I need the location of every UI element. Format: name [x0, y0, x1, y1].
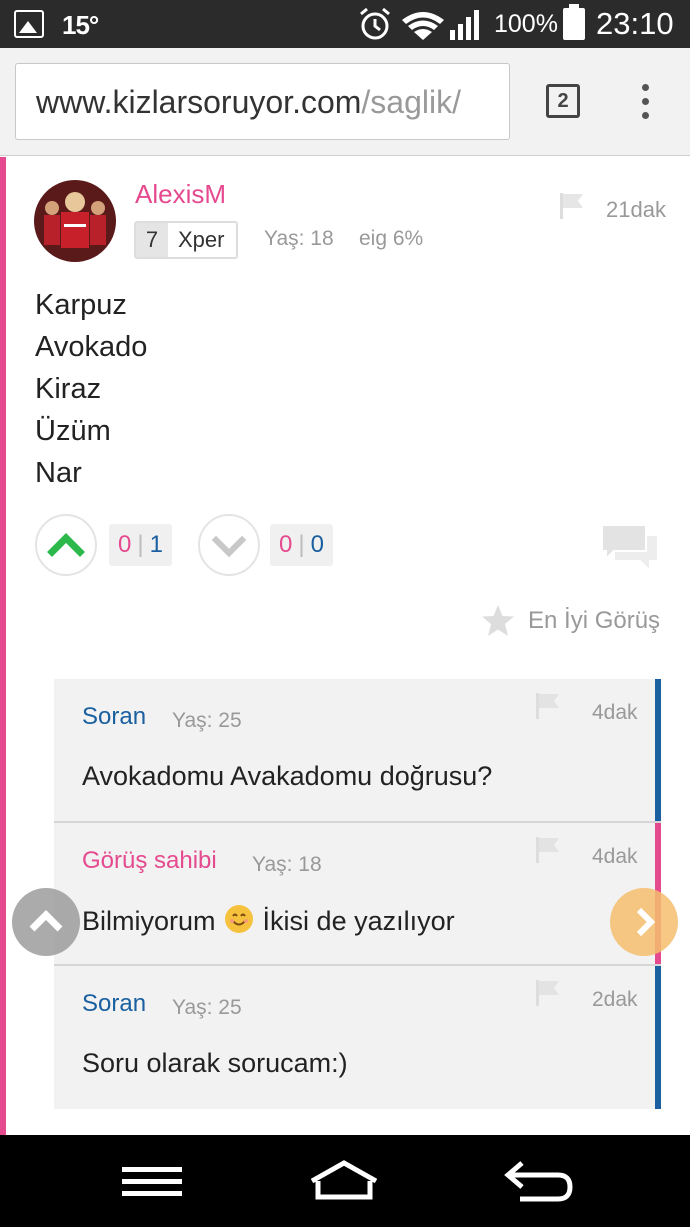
answer-line: Avokado [35, 331, 148, 363]
wifi-icon [402, 12, 444, 40]
status-bar: 15° 100% 23:10 [0, 0, 690, 48]
browser-toolbar: www.kizlarsoruyor.com/saglik/ 2 [0, 48, 690, 156]
battery-icon [563, 4, 585, 40]
answer-time: 21dak [606, 197, 666, 222]
downvote-neg-count: 0 [279, 531, 293, 558]
answer-age: Yaş: 18 [264, 227, 334, 250]
answer-eig: eig 6% [359, 227, 424, 250]
best-opinion-label: En İyi Görüş [528, 607, 661, 634]
answer-card: AlexisM 21dak 7 Xper Yaş: 18 eig 6% Karp… [0, 157, 690, 1135]
battery-percent: 100% [494, 10, 558, 38]
flag-icon[interactable] [534, 835, 562, 865]
chevron-up-icon [29, 910, 63, 932]
smile-emoji-icon [225, 905, 254, 933]
gender-stripe [0, 157, 6, 1135]
clock: 23:10 [596, 6, 674, 41]
level-label: Xper [168, 223, 237, 257]
reply-author[interactable]: Görüş sahibi [82, 847, 217, 875]
comment-icon[interactable] [600, 523, 662, 575]
upvote-pos-count: 1 [149, 531, 163, 558]
upvote-neg-count: 0 [118, 531, 132, 558]
level-badge: 7 Xper [134, 221, 239, 259]
answer-username[interactable]: AlexisM [135, 179, 226, 210]
reply-text: Avokadomu Avakadomu doğrusu? [82, 761, 493, 791]
reply-item: Soran Yaş: 25 4dak Avokadomu Avakadomu d… [54, 679, 661, 821]
upvote-count: 0 | 1 [109, 524, 172, 566]
downvote-count: 0 | 0 [270, 524, 333, 566]
system-nav-bar [0, 1135, 690, 1227]
reply-age: Yaş: 18 [252, 853, 322, 876]
url-host: www.kizlarsoruyor.com [36, 84, 362, 120]
status-icons [360, 7, 479, 40]
reply-author[interactable]: Soran [82, 990, 146, 1018]
menu-icon[interactable] [114, 1157, 190, 1205]
url-field[interactable]: www.kizlarsoruyor.com/saglik/ [15, 63, 510, 140]
reply-time: 2dak [592, 988, 638, 1011]
best-opinion-button[interactable]: En İyi Görüş [480, 603, 660, 639]
flag-icon[interactable] [534, 978, 562, 1008]
avatar[interactable] [34, 180, 116, 262]
downvote-button[interactable] [198, 514, 260, 576]
reply-text-after: İkisi de yazılıyor [262, 906, 455, 936]
reply-age: Yaş: 25 [172, 709, 242, 732]
reply-time: 4dak [592, 701, 638, 724]
downvote-pos-count: 0 [310, 531, 324, 558]
reply-time: 4dak [592, 845, 638, 868]
alarm-icon [360, 7, 390, 40]
answer-line: Karpuz [35, 289, 127, 321]
star-icon [482, 605, 514, 636]
reply-text: Bilmiyorum İkisi de yazılıyor [82, 905, 455, 937]
answer-text: Karpuz Avokado Kiraz Üzüm Nar [35, 284, 147, 494]
signal-icon [450, 10, 479, 40]
flag-icon[interactable] [558, 191, 586, 221]
upvote-button[interactable] [35, 514, 97, 576]
chevron-up-icon [47, 533, 85, 557]
reply-item: Görüş sahibi Yaş: 18 4dak Bilmiyorum İki… [54, 823, 661, 965]
chevron-right-icon [636, 907, 656, 937]
reply-text: Soru olarak sorucam:) [82, 1048, 348, 1078]
chevron-down-icon [211, 535, 247, 558]
temperature: 15° [62, 10, 99, 40]
reply-text-before: Bilmiyorum [82, 906, 216, 936]
reply-item: Soran Yaş: 25 2dak Soru olarak sorucam:) [54, 966, 661, 1109]
scroll-up-button[interactable] [12, 888, 80, 956]
overflow-menu-icon[interactable] [638, 82, 654, 122]
answer-line: Nar [35, 457, 82, 489]
image-icon [14, 10, 44, 38]
level-number: 7 [136, 223, 168, 257]
back-icon[interactable] [500, 1157, 576, 1205]
answer-line: Kiraz [35, 373, 102, 405]
next-button[interactable] [610, 888, 678, 956]
home-icon[interactable] [306, 1157, 382, 1205]
reply-author[interactable]: Soran [82, 703, 146, 731]
url-path: /saglik/ [361, 84, 461, 120]
answer-line: Üzüm [35, 415, 111, 447]
flag-icon[interactable] [534, 691, 562, 721]
reply-age: Yaş: 25 [172, 996, 242, 1019]
tab-switcher-button[interactable]: 2 [546, 84, 580, 118]
